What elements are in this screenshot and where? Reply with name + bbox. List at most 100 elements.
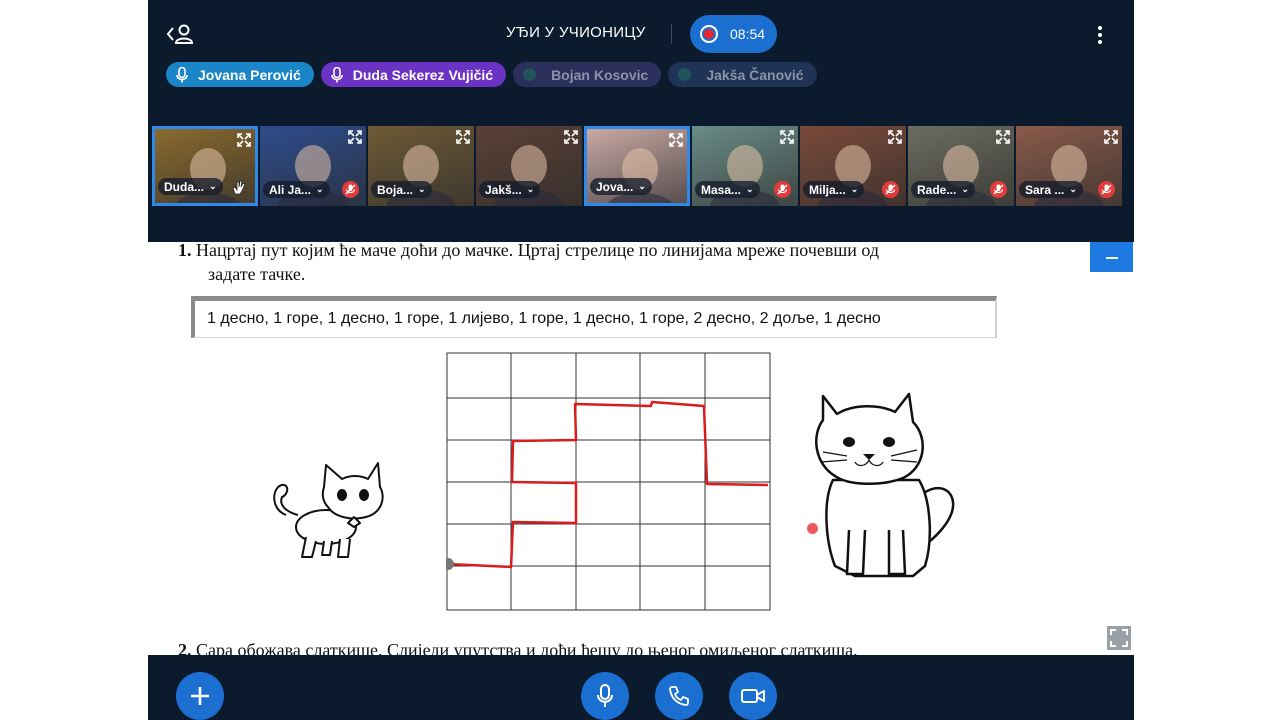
task-1-text: 1. Нацртај пут којим ће маче доћи до мач… — [178, 242, 879, 286]
participant-tile[interactable]: Jova... ⌄ — [584, 126, 690, 206]
speaker-name: Jovana Perović — [198, 66, 301, 83]
microphone-icon — [330, 66, 343, 82]
participant-name: Masa... — [701, 182, 742, 197]
expand-icon[interactable] — [780, 130, 794, 144]
top-bar: УЂИ У УЧИОНИЦУ 08:54 Jovana Perović Duda … — [148, 0, 1134, 242]
participant-tile[interactable]: Rade... ⌄ — [908, 126, 1014, 206]
cat-illustration — [815, 392, 955, 578]
participant-name-label[interactable]: Jova... ⌄ — [590, 178, 652, 195]
expand-icon[interactable] — [564, 130, 578, 144]
mic-off-icon — [342, 181, 359, 198]
path-grid[interactable] — [446, 352, 772, 612]
expand-icon[interactable] — [348, 130, 362, 144]
bottom-bar — [148, 655, 1134, 720]
chevron-down-icon: ⌄ — [746, 184, 754, 194]
chevron-down-icon: ⌄ — [526, 184, 535, 194]
participant-name: Milja... — [809, 182, 846, 197]
pointer-dot — [807, 523, 818, 534]
chevron-down-icon: ⌄ — [638, 181, 646, 191]
page-title: УЂИ У УЧИОНИЦУ — [506, 24, 646, 41]
task-1-line-1: Нацртај пут којим ће маче доћи до мачке.… — [196, 242, 880, 260]
start-point — [446, 558, 454, 570]
microphone-icon — [597, 684, 613, 707]
participant-name-label[interactable]: Ali Ja... ⌄ — [263, 181, 330, 198]
speaker-name: Bojan Kosovic — [551, 66, 649, 83]
divider — [671, 24, 672, 44]
status-dot — [678, 68, 692, 81]
mic-off-icon — [1098, 181, 1115, 198]
participant-name-label[interactable]: Duda... ⌄ — [158, 178, 223, 195]
drawn-path — [447, 400, 769, 569]
speaker-chip[interactable]: Duda Sekerez Vujičić — [320, 62, 507, 87]
mic-off-icon — [882, 181, 899, 198]
instructions-box: 1 десно, 1 горе, 1 десно, 1 горе, 1 лије… — [191, 296, 997, 338]
participant-name: Jova... — [596, 179, 634, 194]
expand-icon[interactable] — [1104, 130, 1118, 144]
participant-name-label[interactable]: Jakš... ⌄ — [479, 181, 541, 198]
record-icon — [700, 25, 718, 43]
microphone-button[interactable] — [581, 672, 629, 720]
active-speakers: Jovana Perović Duda Sekerez Vujičić Bojan … — [166, 62, 817, 87]
chevron-down-icon: ⌄ — [316, 184, 324, 194]
task-2-line: Сара обожава слаткише. Слиједи упутства … — [196, 640, 858, 655]
kitten-illustration — [273, 462, 384, 558]
recording-button[interactable]: 08:54 — [690, 15, 777, 53]
chevron-down-icon: ⌄ — [850, 184, 859, 194]
recording-time: 08:54 — [730, 26, 766, 42]
video-button[interactable] — [729, 672, 777, 720]
participant-name: Boja... — [377, 182, 414, 197]
minimize-button[interactable] — [1090, 242, 1133, 272]
participant-name-label[interactable]: Sara ... ⌄ — [1019, 181, 1083, 198]
expand-icon[interactable] — [888, 130, 902, 144]
raised-hand-icon — [232, 180, 246, 195]
expand-icon[interactable] — [237, 133, 251, 147]
video-camera-icon — [741, 689, 765, 703]
participant-name: Duda... — [164, 179, 205, 194]
participant-name-label[interactable]: Boja... ⌄ — [371, 181, 432, 198]
participant-name-label[interactable]: Rade... ⌄ — [911, 181, 975, 198]
participant-tile[interactable]: Sara ... ⌄ — [1016, 126, 1122, 206]
speaker-chip[interactable]: Bojan Kosovic — [513, 62, 662, 87]
microphone-icon — [176, 66, 188, 82]
task-2-number: 2. — [178, 640, 192, 655]
participant-strip: Duda... ⌄ Ali Ja... ⌄ Boja... ⌄ Jakš... ⌄ Jova..… — [152, 126, 1122, 206]
expand-icon[interactable] — [669, 133, 683, 147]
mic-off-icon — [990, 181, 1007, 198]
task-2-text: 2. Сара обожава слаткише. Слиједи упутст… — [178, 640, 858, 655]
participant-name-label[interactable]: Milja... ⌄ — [803, 181, 865, 198]
participant-tile[interactable]: Ali Ja... ⌄ — [260, 126, 366, 206]
more-vertical-icon[interactable] — [1092, 24, 1108, 46]
participant-name: Sara ... — [1025, 182, 1065, 197]
participant-tile[interactable]: Boja... ⌄ — [368, 126, 474, 206]
speaker-chip[interactable]: Jakša Čanović — [668, 62, 817, 87]
add-button[interactable] — [176, 672, 224, 720]
speaker-name: Duda Sekerez Vujičić — [352, 66, 494, 83]
participant-tile[interactable]: Milja... ⌄ — [800, 126, 906, 206]
shared-worksheet[interactable]: 1. Нацртај пут којим ће маче доћи до мач… — [148, 242, 1134, 655]
mic-off-icon — [774, 181, 791, 198]
classroom-app: УЂИ У УЧИОНИЦУ 08:54 Jovana Perović Duda … — [148, 0, 1134, 720]
chevron-down-icon: ⌄ — [209, 181, 217, 191]
expand-icon[interactable] — [456, 130, 470, 144]
chevron-down-icon: ⌄ — [1069, 184, 1077, 194]
plus-icon — [191, 687, 209, 705]
participant-name: Rade... — [917, 182, 957, 197]
chevron-down-icon: ⌄ — [418, 184, 426, 194]
chevron-down-icon: ⌄ — [961, 184, 969, 194]
participant-name-label[interactable]: Masa... ⌄ — [695, 181, 760, 198]
status-dot — [523, 68, 537, 81]
task-1-line-2: задате тачке. — [208, 264, 306, 284]
speaker-chip[interactable]: Jovana Perović — [166, 62, 314, 87]
speaker-name: Jakša Čanović — [706, 66, 804, 83]
participant-tile[interactable]: Masa... ⌄ — [692, 126, 798, 206]
phone-icon — [669, 686, 689, 706]
participant-tile[interactable]: Duda... ⌄ — [152, 126, 258, 206]
back-user-icon[interactable] — [166, 22, 194, 46]
participant-name: Jakš... — [485, 182, 522, 197]
fullscreen-icon[interactable] — [1107, 626, 1131, 650]
task-1-number: 1. — [178, 242, 192, 260]
participant-name: Ali Ja... — [269, 182, 312, 197]
call-button[interactable] — [655, 672, 703, 720]
participant-tile[interactable]: Jakš... ⌄ — [476, 126, 582, 206]
expand-icon[interactable] — [996, 130, 1010, 144]
